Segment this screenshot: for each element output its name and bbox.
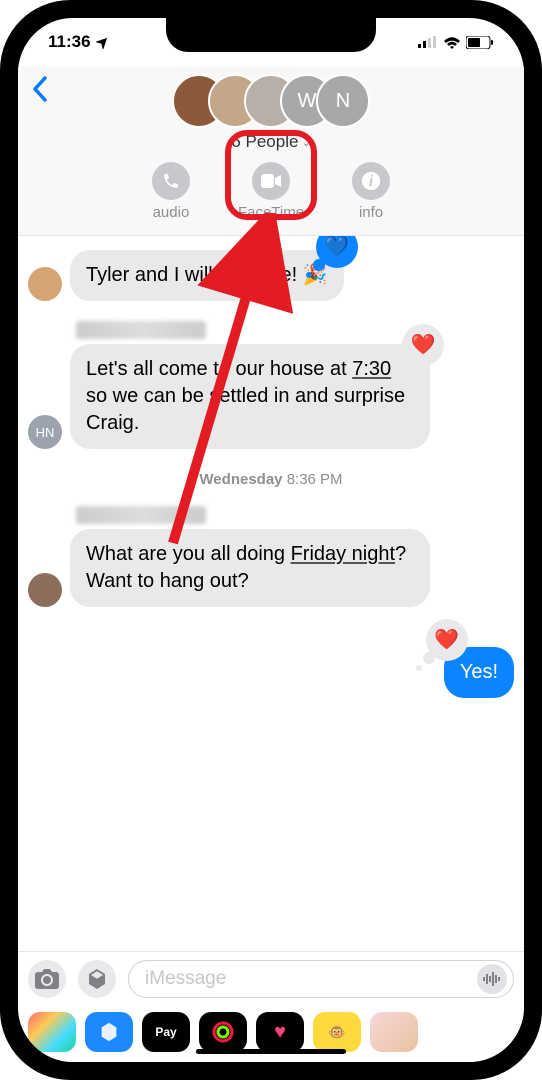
tray-applepay[interactable]: Pay <box>142 1012 190 1052</box>
camera-icon <box>35 969 59 989</box>
message-bubble[interactable]: What are you all doing Friday night? Wan… <box>70 529 430 607</box>
home-indicator[interactable] <box>196 1049 346 1054</box>
appstore-icon <box>85 967 109 991</box>
sender-name-blurred <box>76 506 206 524</box>
message-avatar[interactable] <box>28 573 62 607</box>
input-bar: iMessage <box>18 951 524 1006</box>
audio-button[interactable]: audio <box>152 162 190 221</box>
audio-label: audio <box>153 204 190 221</box>
back-button[interactable] <box>32 76 48 110</box>
battery-icon <box>466 36 494 49</box>
facetime-button[interactable]: FaceTime <box>238 162 304 221</box>
sender-name-blurred <box>76 321 206 339</box>
message-text: Tyler and I will be there! 🎉 <box>86 264 328 286</box>
app-drawer-button[interactable] <box>78 960 116 998</box>
message-row: Tyler and I will be there! 🎉 💙 <box>28 250 514 301</box>
chevron-left-icon <box>32 76 48 102</box>
message-row: HN Let's all come to our house at 7:30 s… <box>28 344 514 449</box>
camera-button[interactable] <box>28 960 66 998</box>
location-arrow-icon <box>96 35 110 49</box>
conversation-header: W N 6 People ⌄ audio FaceTime i <box>18 66 524 236</box>
video-icon <box>261 174 281 188</box>
timestamp: Wednesday 8:36 PM <box>28 471 514 488</box>
status-time: 11:36 <box>48 32 91 52</box>
message-bubble-outgoing[interactable]: Yes! ❤️ <box>444 647 514 698</box>
info-label: info <box>359 204 383 221</box>
wifi-icon <box>443 36 461 49</box>
group-title[interactable]: 6 People ⌄ <box>30 132 512 152</box>
tray-memoji[interactable] <box>370 1012 418 1052</box>
tray-health[interactable]: ♥ <box>256 1012 304 1052</box>
message-reaction[interactable]: ❤️ <box>426 619 468 661</box>
tray-appstore[interactable] <box>85 1012 133 1052</box>
group-avatars[interactable]: W N <box>30 74 512 128</box>
facetime-label: FaceTime <box>238 204 304 221</box>
chevron-down-icon: ⌄ <box>301 136 310 149</box>
message-bubble[interactable]: Tyler and I will be there! 🎉 💙 <box>70 250 344 301</box>
tray-animoji[interactable]: 🐵 <box>313 1012 361 1052</box>
input-placeholder: iMessage <box>145 968 226 990</box>
message-text: Yes! <box>460 661 498 683</box>
voice-message-button[interactable] <box>477 964 507 994</box>
timestamp-time: 8:36 PM <box>287 471 343 488</box>
info-button[interactable]: i info <box>352 162 390 221</box>
message-input[interactable]: iMessage <box>128 960 514 998</box>
group-title-text: 6 People <box>231 132 298 152</box>
message-row: Yes! ❤️ <box>28 647 514 698</box>
message-reaction[interactable]: ❤️ <box>402 324 444 366</box>
message-avatar[interactable]: HN <box>28 415 62 449</box>
message-list[interactable]: Tyler and I will be there! 🎉 💙 HN Let's … <box>18 236 524 951</box>
timestamp-day: Wednesday <box>199 471 282 488</box>
info-icon: i <box>361 171 381 191</box>
message-bubble[interactable]: Let's all come to our house at 7:30 so w… <box>70 344 430 449</box>
phone-icon <box>162 172 180 190</box>
avatar: N <box>316 74 370 128</box>
message-row: What are you all doing Friday night? Wan… <box>28 529 514 607</box>
message-reaction[interactable]: 💙 <box>316 236 358 268</box>
mic-waveform-icon <box>483 972 501 986</box>
tray-photos[interactable] <box>28 1012 76 1052</box>
message-avatar[interactable] <box>28 267 62 301</box>
tray-activity[interactable] <box>199 1012 247 1052</box>
signal-icon <box>418 36 438 48</box>
